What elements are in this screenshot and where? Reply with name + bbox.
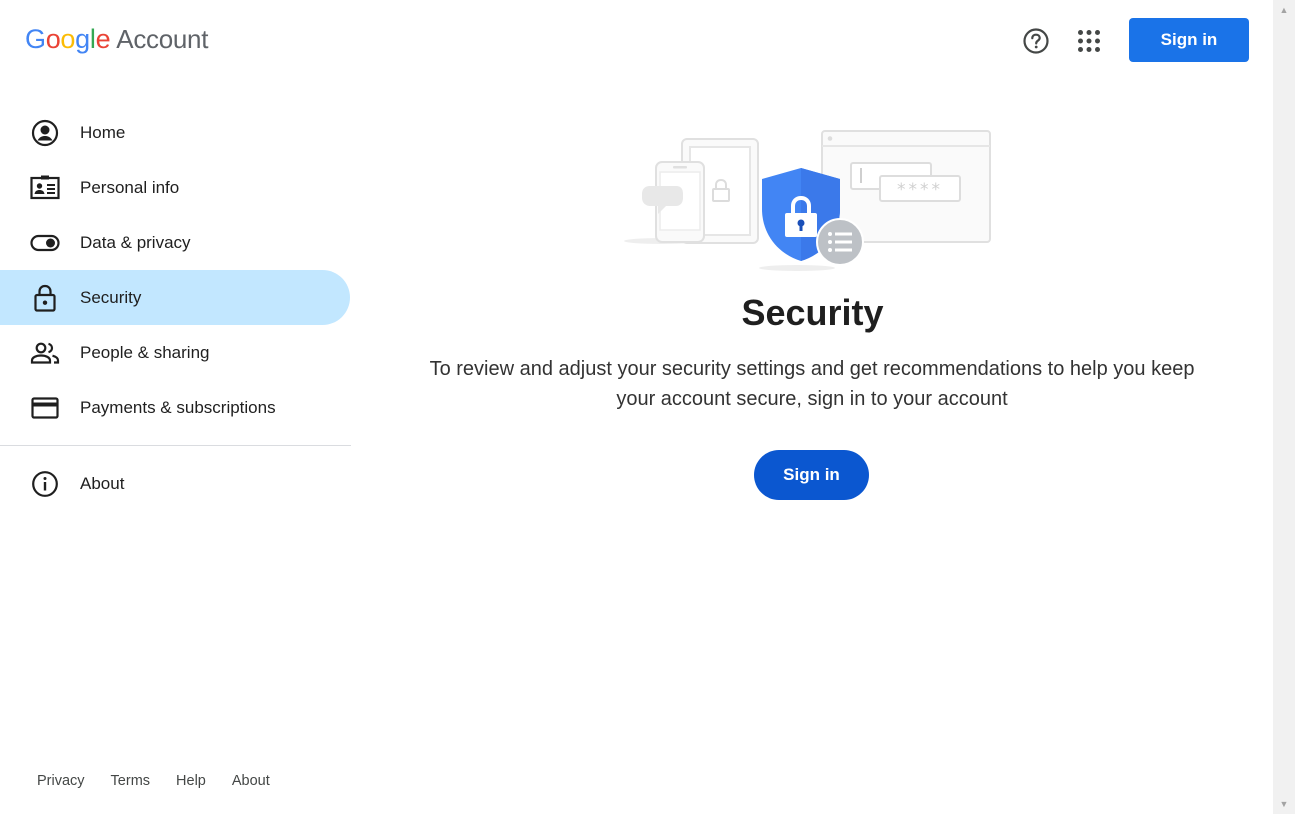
sidebar-item-payments[interactable]: Payments & subscriptions [0, 380, 351, 435]
sidebar-item-label: Security [80, 287, 142, 307]
toggle-icon [30, 228, 60, 258]
sidebar-divider [0, 445, 351, 446]
sidebar-item-label: Data & privacy [80, 232, 191, 252]
sidebar-item-data-privacy[interactable]: Data & privacy [0, 215, 351, 270]
account-circle-icon [30, 118, 60, 148]
sidebar-item-label: About [80, 473, 125, 493]
apps-grid-icon[interactable] [1077, 29, 1101, 53]
logo-letter: G [25, 24, 46, 54]
sidebar-item-about[interactable]: About [0, 456, 351, 511]
google-account-logo[interactable]: Google Account [25, 24, 208, 55]
page-description: To review and adjust your security setti… [429, 358, 1195, 410]
sidebar-item-personal-info[interactable]: Personal info [0, 160, 351, 215]
footer-link-terms[interactable]: Terms [111, 773, 150, 789]
sidebar-item-label: Personal info [80, 177, 180, 197]
page-title: Security [741, 292, 884, 333]
sidebar-item-label: Home [80, 122, 126, 142]
logo-product-name: Account [116, 24, 209, 54]
header-sign-in-button[interactable]: Sign in [1129, 18, 1249, 62]
credit-card-icon [30, 393, 60, 423]
sidebar-item-people-sharing[interactable]: People & sharing [0, 325, 351, 380]
sign-in-button[interactable]: Sign in [754, 450, 869, 500]
sidebar-item-security[interactable]: Security [0, 270, 350, 325]
password-mask-text: **** [897, 180, 943, 200]
sidebar-item-home[interactable]: Home [0, 105, 351, 160]
help-icon[interactable] [1022, 27, 1050, 55]
security-illustration: **** [622, 128, 994, 273]
logo-letter: e [95, 24, 111, 54]
app-header: Google Account Sign in [0, 0, 1273, 80]
logo-letter: o [60, 24, 76, 54]
scroll-up-arrow-icon[interactable]: ▲ [1273, 2, 1295, 18]
sidebar-item-label: People & sharing [80, 342, 210, 362]
id-card-icon [30, 173, 60, 203]
footer-links: Privacy Terms Help About [37, 773, 296, 789]
sidebar-item-label: Payments & subscriptions [80, 397, 276, 417]
logo-letter: o [45, 24, 61, 54]
footer-link-privacy[interactable]: Privacy [37, 773, 85, 789]
info-icon [30, 469, 60, 499]
people-icon [30, 338, 60, 368]
lock-icon [30, 283, 60, 313]
sidebar-nav: Home Personal info Data & privacy Securi… [0, 105, 351, 511]
footer-link-about[interactable]: About [232, 773, 270, 789]
scroll-down-arrow-icon[interactable]: ▼ [1273, 796, 1295, 812]
vertical-scrollbar[interactable]: ▲ ▼ [1273, 0, 1295, 814]
footer-link-help[interactable]: Help [176, 773, 206, 789]
logo-letter: g [75, 24, 90, 54]
